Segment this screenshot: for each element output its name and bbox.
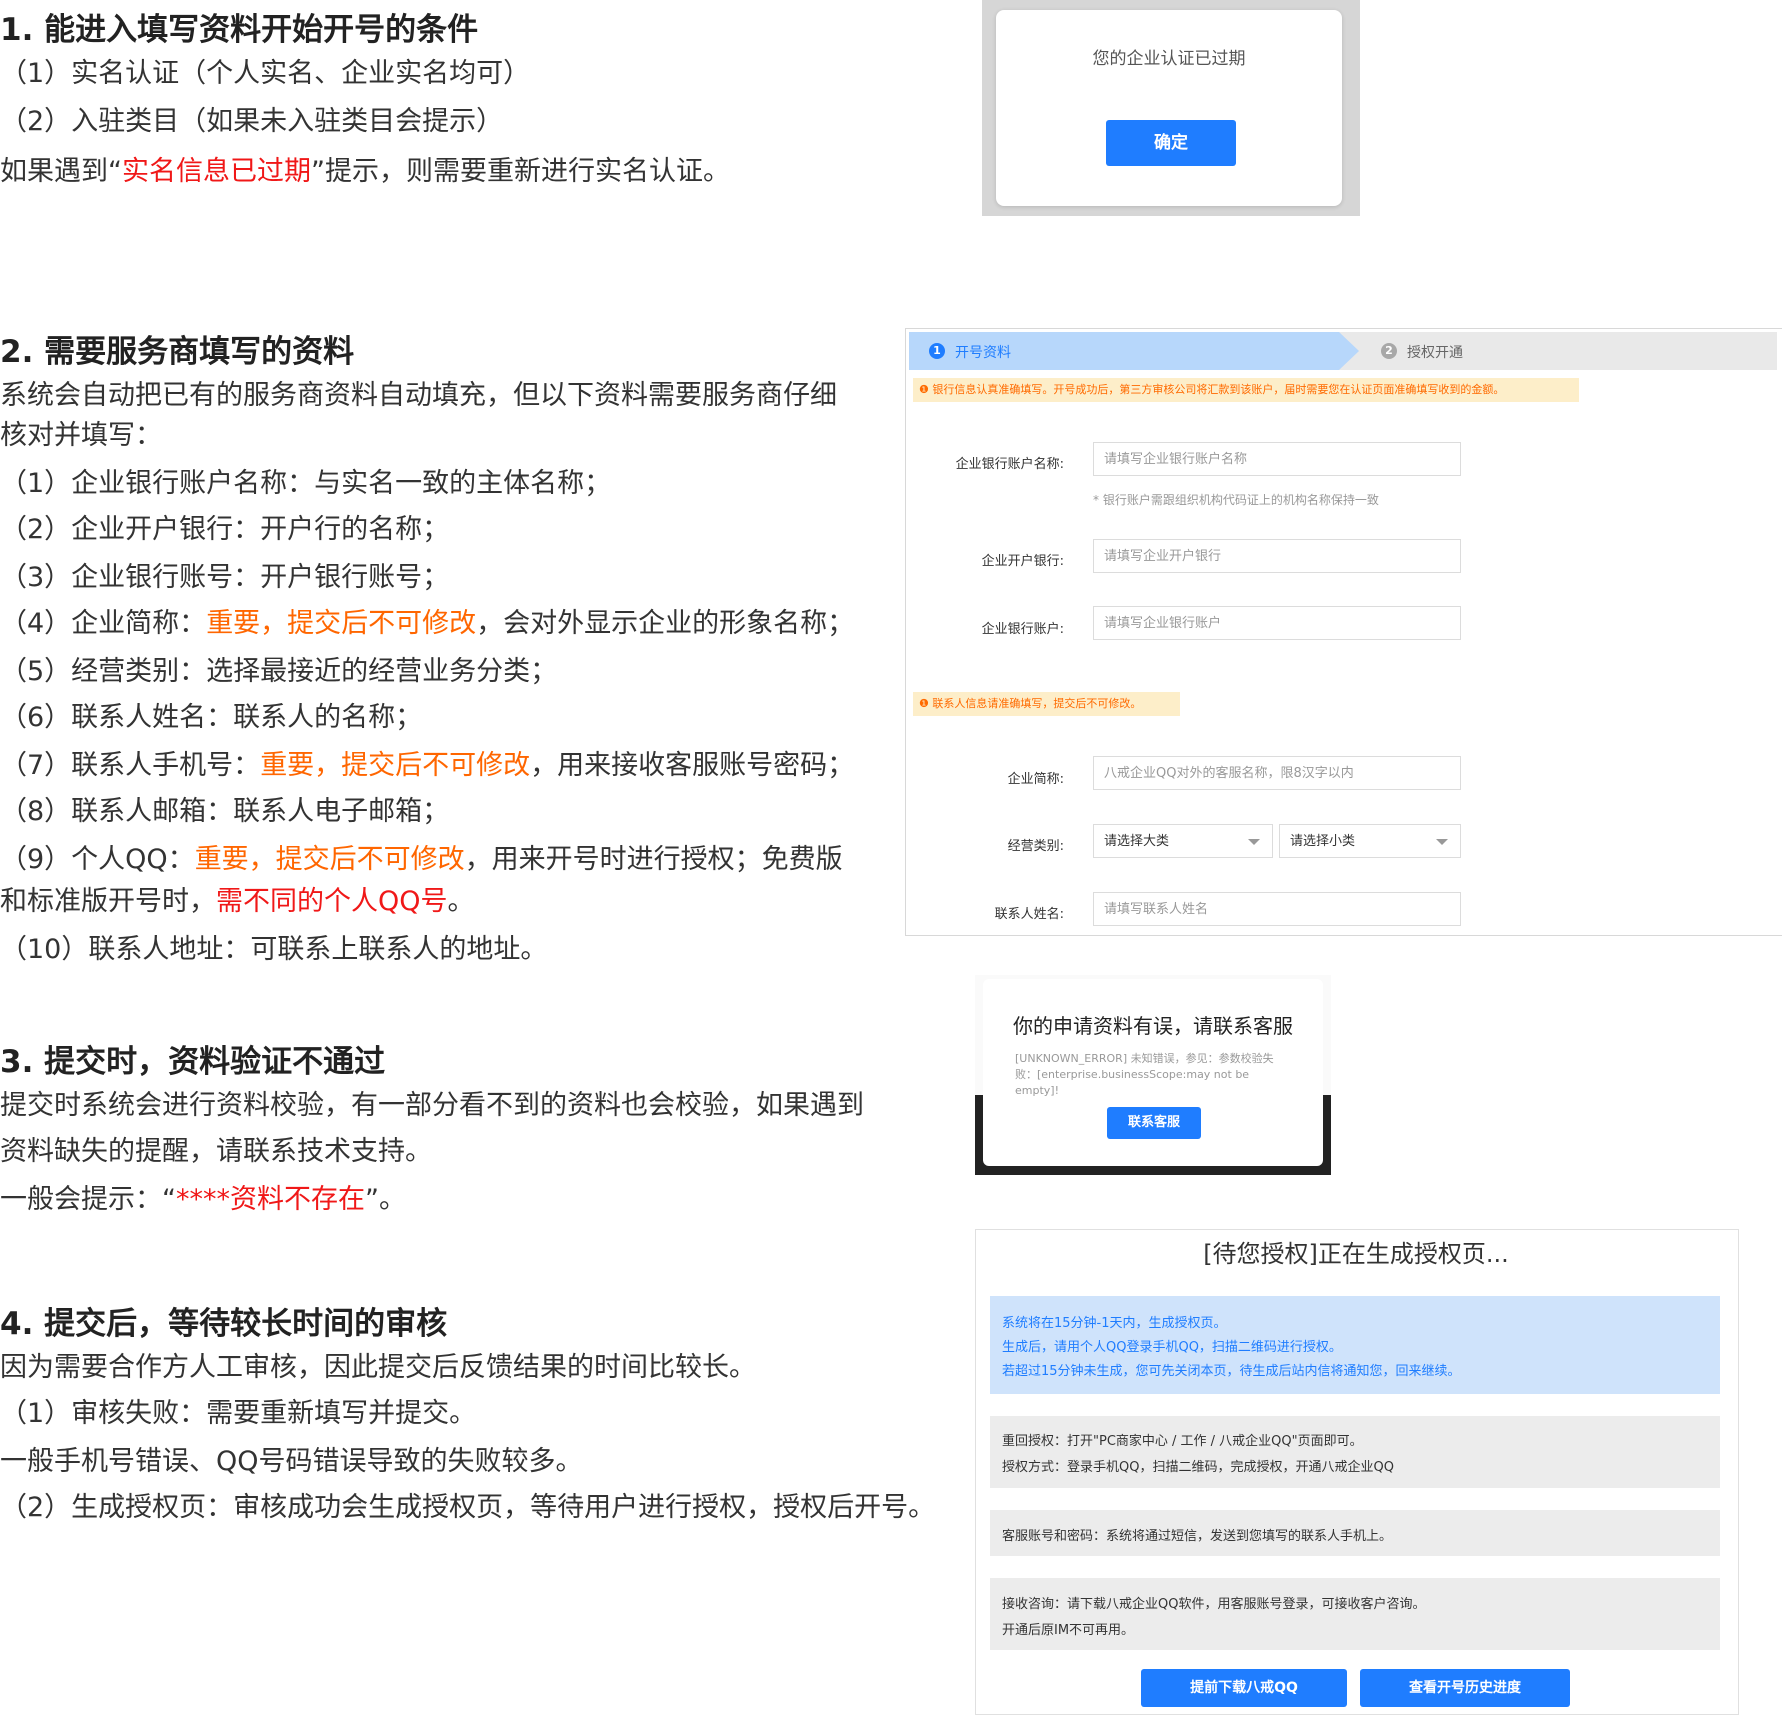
section2-intro-1: 系统会自动把已有的服务商资料自动填充，但以下资料需要服务商仔细 <box>0 380 837 411</box>
hint-suffix: ”。 <box>365 1184 406 1215</box>
section3-title: 3. 提交时，资料验证不通过 <box>0 1044 386 1080</box>
section1-note: 如果遇到“实名信息已过期”提示，则需要重新进行实名认证。 <box>0 154 730 190</box>
reauthorize-line: 重回授权：打开"PC商家中心 / 工作 / 八戒企业QQ"页面即可。 <box>1002 1434 1363 1449</box>
category-big-select[interactable]: 请选择大类 <box>1093 824 1273 858</box>
bank-input[interactable]: 请填写企业开户银行 <box>1093 539 1461 573</box>
item4-important: 重要，提交后不可修改 <box>206 608 477 639</box>
section2-item-7: （7）联系人手机号：重要，提交后不可修改，用来接收客服账号密码； <box>0 748 854 784</box>
bank-label: 企业开户银行: <box>981 554 1064 569</box>
tab-open-info[interactable]: 开号资料 <box>955 342 1011 362</box>
section3-p3: 一般会提示：“****资料不存在”。 <box>0 1182 406 1218</box>
section3-p2: 资料缺失的提醒，请联系技术支持。 <box>0 1136 432 1167</box>
item7-important: 重要，提交后不可修改 <box>260 750 531 781</box>
section2-title: 2. 需要服务商填写的资料 <box>0 334 355 370</box>
section4-p1: 因为需要合作方人工审核，因此提交后反馈结果的时间比较长。 <box>0 1352 756 1383</box>
step1-number: 1 <box>929 343 945 359</box>
missing-info-highlight: ****资料不存在 <box>176 1184 365 1215</box>
section2-item-9-cont: 和标准版开号时，需不同的个人QQ号。 <box>0 884 475 920</box>
blue-line-3: 若超过15分钟未生成，您可先关闭本页，待生成后站内信将通知您，回来继续。 <box>1002 1364 1461 1379</box>
bank-name-input[interactable]: 请填写企业银行账户名称 <box>1093 442 1461 476</box>
section1-item-1: （1）实名认证（个人实名、企业实名均可） <box>0 58 531 89</box>
category-label: 经营类别: <box>1007 839 1064 854</box>
category-small-value: 请选择小类 <box>1290 834 1356 849</box>
authorize-info-3 <box>990 1578 1720 1650</box>
section3-p1: 提交时系统会进行资料校验，有一部分看不到的资料也会校验，如果遇到 <box>0 1090 864 1121</box>
item9-end: 。 <box>447 886 475 917</box>
confirm-button[interactable]: 确定 <box>1106 120 1236 166</box>
section2-item-9: （9）个人QQ：重要，提交后不可修改，用来开号时进行授权；免费版 <box>0 842 843 878</box>
download-qq-button[interactable]: 提前下载八戒QQ <box>1141 1669 1347 1707</box>
step2-number: 2 <box>1381 343 1397 359</box>
section2-item-4: （4）企业简称：重要，提交后不可修改，会对外显示企业的形象名称； <box>0 606 854 642</box>
contact-name-label: 联系人姓名: <box>994 907 1064 922</box>
section2-item-6: （6）联系人姓名：联系人的名称； <box>0 702 423 733</box>
view-history-button[interactable]: 查看开号历史进度 <box>1360 1669 1570 1707</box>
category-small-select[interactable]: 请选择小类 <box>1279 824 1461 858</box>
hint-prefix: 一般会提示：“ <box>0 1184 176 1215</box>
auth-method-line: 授权方式：登录手机QQ，扫描二维码，完成授权，开通八戒企业QQ <box>1002 1460 1394 1475</box>
section2-item-5: （5）经营类别：选择最接近的经营业务分类； <box>0 656 558 687</box>
item7-label: （7）联系人手机号： <box>0 750 261 781</box>
item9-cont: 和标准版开号时， <box>0 886 216 917</box>
error-dialog-title: 你的申请资料有误，请联系客服 <box>1013 1014 1293 1038</box>
section1-item-2: （2）入驻类目（如果未入驻类目会提示） <box>0 106 504 137</box>
note-suffix: ”提示，则需要重新进行实名认证。 <box>311 156 730 187</box>
receive-consult-line: 接收咨询：请下载八戒企业QQ软件，用客服账号登录，可接收客户咨询。 <box>1002 1597 1426 1612</box>
service-account-line: 客服账号和密码：系统将通过短信，发送到您填写的联系人手机上。 <box>1002 1529 1393 1544</box>
section4-p3: 一般手机号错误、QQ号码错误导致的失败较多。 <box>0 1446 583 1477</box>
contact-warning: ❶ 联系人信息请准确填写，提交后不可修改。 <box>913 692 1180 716</box>
step-bar <box>1339 332 1777 370</box>
bank-name-hint: * 银行账户需跟组织机构代码证上的机构名称保持一致 <box>1093 493 1379 507</box>
item4-label: （4）企业简称： <box>0 608 207 639</box>
item9-different-qq: 需不同的个人QQ号 <box>216 886 448 917</box>
authorize-info-1 <box>990 1416 1720 1488</box>
bank-name-label: 企业银行账户名称: <box>955 457 1064 472</box>
section2-item-1: （1）企业银行账户名称：与实名一致的主体名称； <box>0 468 612 499</box>
section2-item-10: （10）联系人地址：可联系上联系人的地址。 <box>0 934 548 965</box>
item4-desc: ，会对外显示企业的形象名称； <box>476 608 855 639</box>
item9-important: 重要，提交后不可修改 <box>194 844 465 875</box>
error-dialog-desc: [UNKNOWN_ERROR] 未知错误，参见：参数校验失败：[enterpri… <box>1015 1052 1274 1097</box>
im-note-line: 开通后原IM不可再用。 <box>1002 1623 1135 1638</box>
item9-label: （9）个人QQ： <box>0 844 195 875</box>
short-name-label: 企业简称: <box>1007 772 1064 787</box>
tab-authorize[interactable]: 授权开通 <box>1407 342 1463 362</box>
note-prefix: 如果遇到“ <box>0 156 122 187</box>
account-label: 企业银行账户: <box>981 622 1064 637</box>
item7-desc: ，用来接收客服账号密码； <box>530 750 855 781</box>
expired-dialog <box>996 10 1342 206</box>
category-big-value: 请选择大类 <box>1104 834 1170 849</box>
section4-p2: （1）审核失败：需要重新填写并提交。 <box>0 1398 477 1429</box>
chevron-down-icon <box>1436 839 1448 845</box>
expired-dialog-text: 您的企业认证已过期 <box>1092 49 1246 69</box>
contact-name-input[interactable]: 请填写联系人姓名 <box>1093 892 1461 926</box>
section2-item-3: （3）企业银行账号：开户银行账号； <box>0 562 450 593</box>
bank-warning: ❶ 银行信息认真准确填写。开号成功后，第三方审核公司将汇款到该账户，届时需要您在… <box>913 378 1579 402</box>
section2-item-2: （2）企业开户银行：开户行的名称； <box>0 514 450 545</box>
contact-support-button[interactable]: 联系客服 <box>1107 1107 1201 1139</box>
blue-line-1: 系统将在15分钟-1天内，生成授权页。 <box>1002 1316 1227 1331</box>
account-input[interactable]: 请填写企业银行账户 <box>1093 606 1461 640</box>
section1-title: 1. 能进入填写资料开始开号的条件 <box>0 12 479 48</box>
section2-item-8: （8）联系人邮箱：联系人电子邮箱； <box>0 796 450 827</box>
section4-p4: （2）生成授权页：审核成功会生成授权页，等待用户进行授权，授权后开号。 <box>0 1492 936 1523</box>
step-arrow <box>1339 332 1359 370</box>
section2-intro-2: 核对并填写： <box>0 420 162 451</box>
blue-line-2: 生成后，请用个人QQ登录手机QQ，扫描二维码进行授权。 <box>1002 1340 1342 1355</box>
authorize-title: [待您授权]正在生成授权页... <box>1203 1240 1509 1268</box>
chevron-down-icon <box>1248 839 1260 845</box>
short-name-input[interactable]: 八戒企业QQ对外的客服名称，限8汉字以内 <box>1093 756 1461 790</box>
item9-desc: ，用来开号时进行授权；免费版 <box>464 844 843 875</box>
expired-highlight: 实名信息已过期 <box>122 156 311 187</box>
section4-title: 4. 提交后，等待较长时间的审核 <box>0 1306 448 1342</box>
